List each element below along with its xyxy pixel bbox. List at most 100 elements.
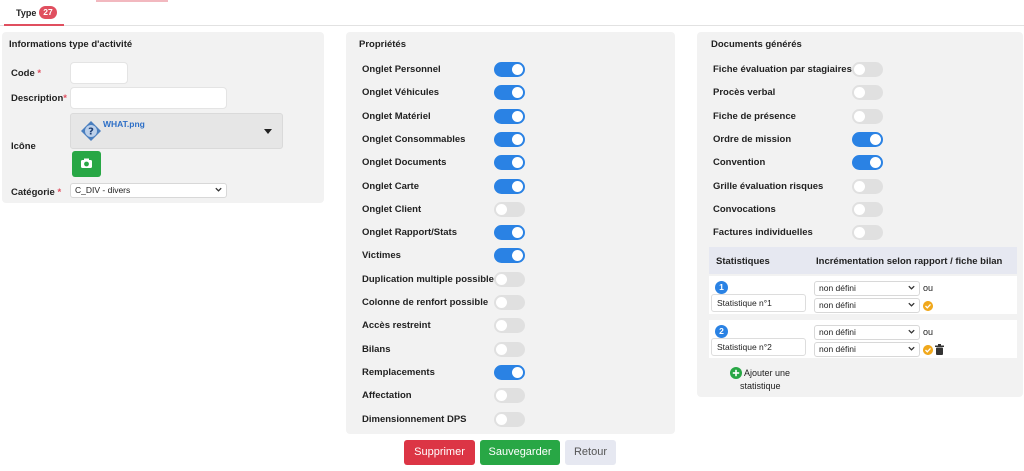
property-toggle[interactable] <box>494 318 525 334</box>
statistic-row: 1 Statistique n°1 non défini ou non défi… <box>709 276 1017 314</box>
property-label: Affectation <box>362 390 412 402</box>
property-label: Onglet Véhicules <box>362 87 440 99</box>
tab-bar: Type 27 <box>0 0 1024 26</box>
property-toggle[interactable] <box>494 131 525 147</box>
document-label: Convention <box>713 157 766 169</box>
statistic-name-input[interactable]: Statistique n°1 <box>711 294 806 312</box>
increment-select-1[interactable]: non défini <box>814 281 920 296</box>
property-toggle[interactable] <box>494 411 525 427</box>
statistic-number: 1 <box>715 281 728 294</box>
document-toggle[interactable] <box>852 131 883 147</box>
document-label: Fiche de présence <box>713 110 796 122</box>
property-toggle[interactable] <box>494 201 525 217</box>
property-label: Onglet Rapport/Stats <box>362 227 458 239</box>
plus-circle-icon <box>730 367 742 379</box>
property-label: Bilans <box>362 343 391 355</box>
property-label: Accès restreint <box>362 320 431 332</box>
code-input[interactable] <box>70 62 128 84</box>
property-label: Remplacements <box>362 366 435 378</box>
chevron-down-icon <box>908 329 915 334</box>
camera-button[interactable] <box>72 151 101 177</box>
activity-info-title: Informations type d'activité <box>9 39 133 50</box>
document-label: Factures individuelles <box>713 227 813 239</box>
increment-select-2[interactable]: non défini <box>814 342 920 357</box>
increment-select-1[interactable]: non défini <box>814 325 920 340</box>
property-toggle[interactable] <box>494 248 525 264</box>
statistic-name-input[interactable]: Statistique n°2 <box>711 338 806 356</box>
property-toggle[interactable] <box>494 388 525 404</box>
caret-down-icon <box>264 129 272 134</box>
document-toggle[interactable] <box>852 62 883 77</box>
document-toggle[interactable] <box>852 178 883 194</box>
tab-type[interactable]: Type 27 <box>4 0 64 26</box>
property-label: Onglet Matériel <box>362 110 431 122</box>
property-toggle[interactable] <box>494 85 525 101</box>
document-toggle[interactable] <box>852 201 883 217</box>
delete-button[interactable]: Supprimer <box>404 440 475 465</box>
chevron-down-icon <box>215 187 222 192</box>
top-accent-line <box>96 0 168 2</box>
document-toggle[interactable] <box>852 108 883 124</box>
code-label: Code * <box>11 68 42 79</box>
icon-filename: WHAT.png <box>103 119 145 129</box>
category-label: Catégorie * <box>11 187 62 198</box>
add-statistic-label-1: Ajouter une <box>744 368 791 378</box>
property-label: Duplication multiple possible <box>362 273 494 285</box>
property-label: Onglet Documents <box>362 157 447 169</box>
property-toggle[interactable] <box>494 155 525 171</box>
increment-select-2[interactable]: non défini <box>814 298 920 313</box>
chevron-down-icon <box>908 346 915 351</box>
property-toggle[interactable] <box>494 62 525 77</box>
property-label: Colonne de renfort possible <box>362 297 489 308</box>
property-label: Onglet Personnel <box>362 64 441 75</box>
icon-label: Icône <box>11 141 36 152</box>
document-toggle[interactable] <box>852 85 883 101</box>
statistic-number: 2 <box>715 325 728 338</box>
statistic-row: 2 Statistique n°2 non défini ou non défi… <box>709 320 1017 358</box>
check-circle-icon <box>923 345 933 355</box>
or-label: ou <box>923 283 934 293</box>
document-label: Grille évaluation risques <box>713 180 824 192</box>
property-label: Onglet Carte <box>362 180 420 192</box>
property-toggle[interactable] <box>494 225 525 241</box>
category-value: C_DIV - divers <box>75 185 131 195</box>
document-toggle[interactable] <box>852 155 883 171</box>
svg-text:?: ? <box>88 127 94 138</box>
check-circle-icon <box>923 301 933 311</box>
document-label: Procès verbal <box>713 87 776 99</box>
documents-title: Documents générés <box>711 39 802 50</box>
properties-title: Propriétés <box>359 39 406 50</box>
tab-type-label: Type <box>16 8 37 18</box>
document-label: Fiche évaluation par stagiaires <box>713 64 852 75</box>
category-select[interactable]: C_DIV - divers <box>70 183 227 198</box>
property-label: Victimes <box>362 250 401 262</box>
add-statistic-button[interactable]: Ajouter une statistique <box>730 366 810 392</box>
property-label: Onglet Consommables <box>362 133 466 145</box>
trash-icon[interactable] <box>935 344 944 355</box>
description-input[interactable] <box>70 87 227 109</box>
statistics-col-name: Statistiques <box>716 256 770 267</box>
or-label: ou <box>923 327 934 337</box>
back-button[interactable]: Retour <box>565 440 616 465</box>
property-toggle[interactable] <box>494 108 525 124</box>
document-label: Convocations <box>713 203 776 215</box>
question-diamond-icon: ? <box>81 121 101 141</box>
property-toggle[interactable] <box>494 295 525 310</box>
property-label: Onglet Client <box>362 203 422 215</box>
property-toggle[interactable] <box>494 178 525 194</box>
description-label: Description* <box>11 93 67 104</box>
document-toggle[interactable] <box>852 225 883 241</box>
tab-type-count-badge: 27 <box>39 6 57 19</box>
icon-select[interactable]: ? WHAT.png <box>70 113 283 149</box>
property-toggle[interactable] <box>494 364 525 380</box>
camera-icon <box>81 158 92 168</box>
statistics-col-increment: Incrémentation selon rapport / fiche bil… <box>816 256 1003 267</box>
statistics-header: Statistiques Incrémentation selon rappor… <box>709 247 1017 274</box>
chevron-down-icon <box>908 285 915 290</box>
add-statistic-label-2: statistique <box>740 381 781 391</box>
property-toggle[interactable] <box>494 271 525 287</box>
property-toggle[interactable] <box>494 341 525 357</box>
document-label: Ordre de mission <box>713 133 792 145</box>
property-label: Dimensionnement DPS <box>362 413 467 425</box>
save-button[interactable]: Sauvegarder <box>480 440 560 465</box>
